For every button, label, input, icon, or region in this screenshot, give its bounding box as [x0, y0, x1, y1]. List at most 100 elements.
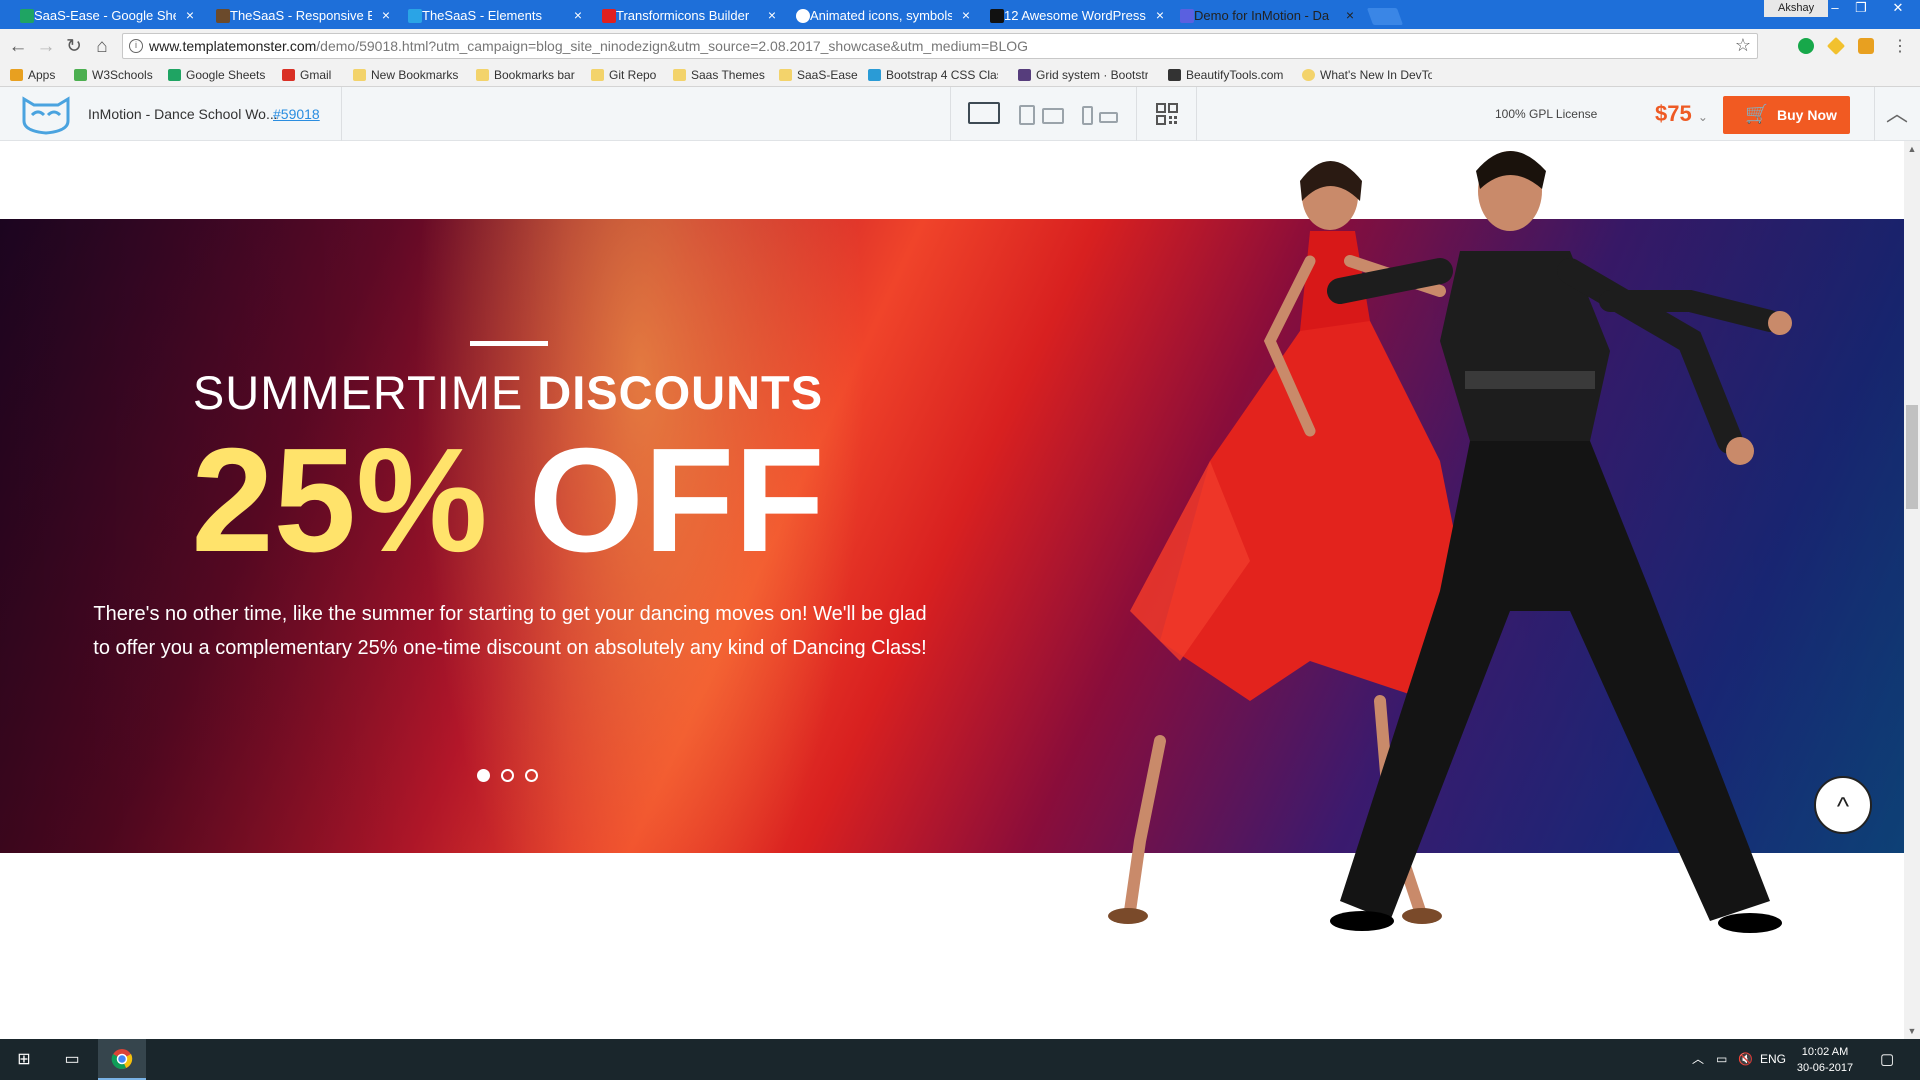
- cart-icon: 🛒: [1745, 104, 1769, 125]
- close-icon[interactable]: ×: [962, 2, 970, 29]
- extension-key-icon[interactable]: [1858, 38, 1874, 54]
- tab-thesaas-elements[interactable]: TheSaaS - Elements ×: [388, 2, 594, 29]
- product-id-link[interactable]: #59018: [273, 87, 320, 141]
- slider-dot-1[interactable]: [477, 769, 490, 782]
- bookmark-beautifytools[interactable]: BeautifyTools.com: [1168, 65, 1283, 85]
- tab-wordpress[interactable]: 12 Awesome WordPress ×: [970, 2, 1176, 29]
- phone-portrait-icon[interactable]: [1082, 106, 1093, 125]
- bookmark-label: Gmail: [300, 68, 332, 82]
- divider: [950, 87, 951, 141]
- price-dropdown[interactable]: $75 ⌄: [1655, 87, 1708, 144]
- thesaas-elements-favicon-icon: [408, 9, 422, 23]
- bookmark-label: Git Repo: [609, 68, 657, 82]
- minimize-icon[interactable]: –: [1822, 0, 1848, 17]
- templatemonster-logo-icon[interactable]: [18, 95, 74, 135]
- network-icon[interactable]: ▭: [1716, 1039, 1727, 1080]
- taskbar-clock[interactable]: 10:02 AM 30-06-2017: [1790, 1044, 1860, 1076]
- devtools-icon: [1302, 69, 1315, 81]
- tray-chevron-up-icon[interactable]: ︿: [1692, 1039, 1704, 1080]
- restore-icon[interactable]: ❐: [1848, 0, 1874, 17]
- task-view-icon[interactable]: ▭: [48, 1039, 96, 1080]
- windows-start-icon[interactable]: ⊞: [0, 1039, 48, 1080]
- back-arrow-icon[interactable]: ←: [6, 35, 30, 59]
- tab-animated-icons[interactable]: Animated icons, symbols ×: [776, 2, 982, 29]
- bookmark-git-repo[interactable]: Git Repo: [591, 65, 656, 85]
- scroll-up-arrow-icon[interactable]: ▲: [1904, 141, 1920, 157]
- tablet-landscape-icon[interactable]: [1042, 108, 1064, 124]
- window-close-icon[interactable]: ✕: [1876, 0, 1920, 17]
- sheets-icon: [168, 69, 181, 81]
- bookmark-saas-ease[interactable]: SaaS-Ease: [779, 65, 858, 85]
- tab-demo-inmotion[interactable]: Demo for InMotion - Da ×: [1160, 2, 1366, 29]
- slider-dot-2[interactable]: [501, 769, 514, 782]
- scrollbar-thumb[interactable]: [1906, 405, 1918, 509]
- bookmark-saas-themes[interactable]: Saas Themes: [673, 65, 765, 85]
- close-icon[interactable]: ×: [574, 2, 582, 29]
- bookmark-label: Bookmarks bar: [494, 68, 575, 82]
- bookmark-devtools[interactable]: What's New In DevTo: [1302, 65, 1432, 85]
- hero-kicker: SUMMERTIME DISCOUNTS: [0, 365, 1016, 420]
- folder-icon: [673, 69, 686, 81]
- tab-transformicons[interactable]: Transformicons Builder ×: [582, 2, 788, 29]
- menu-kebab-icon[interactable]: ⋮: [1888, 35, 1912, 59]
- reload-icon[interactable]: ↻: [62, 35, 86, 59]
- tab-saas-ease-sheets[interactable]: SaaS-Ease - Google Shee ×: [0, 2, 206, 29]
- close-icon[interactable]: ×: [186, 2, 194, 29]
- browser-toolbar: ← → ↻ ⌂ i www.templatemonster.com/demo/5…: [0, 29, 1920, 65]
- folder-icon: [353, 69, 366, 81]
- bookmark-google-sheets[interactable]: Google Sheets: [168, 65, 265, 85]
- divider: [1196, 87, 1197, 141]
- desktop-view-icon[interactable]: [968, 102, 1000, 124]
- site-info-icon[interactable]: i: [129, 39, 143, 53]
- tab-thesaas-responsive[interactable]: TheSaaS - Responsive Bo ×: [196, 2, 402, 29]
- hero-kicker-bold: DISCOUNTS: [537, 366, 824, 419]
- slider-dot-3[interactable]: [525, 769, 538, 782]
- folder-icon: [591, 69, 604, 81]
- bookmark-bookmarks-bar[interactable]: Bookmarks bar: [476, 65, 575, 85]
- hero-description: There's no other time, like the summer f…: [93, 603, 927, 659]
- forward-arrow-icon[interactable]: →: [34, 35, 58, 59]
- scroll-down-arrow-icon[interactable]: ▼: [1904, 1023, 1920, 1039]
- extension-star-icon[interactable]: [1826, 36, 1846, 56]
- price-value: $75: [1655, 101, 1692, 126]
- page-scrollbar[interactable]: [1904, 141, 1920, 1039]
- bookmark-gmail[interactable]: Gmail: [282, 65, 331, 85]
- tab-title: 12 Awesome WordPress: [1004, 8, 1146, 23]
- url-path: /demo/59018.html?utm_campaign=blog_site_…: [316, 38, 1029, 54]
- bookmark-bootstrap4[interactable]: Bootstrap 4 CSS Clas: [868, 65, 998, 85]
- collapse-bar-chevron-up-icon[interactable]: ︿: [1874, 87, 1920, 141]
- home-icon[interactable]: ⌂: [90, 35, 114, 59]
- dancing-couple-image: [1108, 151, 1792, 933]
- qr-code-icon[interactable]: [1156, 103, 1178, 125]
- language-indicator[interactable]: ENG: [1760, 1039, 1786, 1080]
- bookmark-label: Apps: [28, 68, 56, 82]
- extension-green-icon[interactable]: [1798, 38, 1814, 54]
- sheets-favicon-icon: [20, 9, 34, 23]
- tab-title: TheSaaS - Elements: [422, 8, 542, 23]
- profile-button[interactable]: Akshay: [1764, 0, 1829, 17]
- address-bar[interactable]: i www.templatemonster.com/demo/59018.htm…: [122, 33, 1758, 59]
- tab-title: Transformicons Builder: [616, 8, 750, 23]
- new-tab-button[interactable]: [1366, 8, 1404, 25]
- license-label: 100% GPL License: [1495, 107, 1598, 121]
- close-icon[interactable]: ×: [768, 2, 776, 29]
- chrome-logo-icon: [111, 1049, 133, 1069]
- buy-now-button[interactable]: 🛒 Buy Now: [1723, 96, 1850, 134]
- bookmark-w3schools[interactable]: W3Schools: [74, 65, 153, 85]
- hero-kicker-light: SUMMERTIME: [192, 366, 538, 419]
- tablet-portrait-icon[interactable]: [1019, 105, 1035, 125]
- phone-landscape-icon[interactable]: [1099, 112, 1118, 123]
- bookmark-new-bookmarks[interactable]: New Bookmarks: [353, 65, 458, 85]
- bookmark-label: BeautifyTools.com: [1186, 68, 1284, 82]
- notification-icon[interactable]: ▢: [1880, 1039, 1894, 1080]
- product-name: InMotion - Dance School Wo...: [88, 106, 278, 122]
- chrome-taskbar-icon[interactable]: [98, 1039, 146, 1080]
- bookmark-grid-system[interactable]: Grid system · Bootstr: [1018, 65, 1148, 85]
- folder-icon: [476, 69, 489, 81]
- url-text[interactable]: www.templatemonster.com/demo/59018.html?…: [149, 34, 1028, 58]
- bookmark-apps[interactable]: Apps: [10, 65, 55, 85]
- scroll-to-top-button[interactable]: ^: [1814, 776, 1872, 834]
- close-icon[interactable]: ×: [1346, 2, 1354, 29]
- volume-muted-icon[interactable]: 🔇: [1738, 1039, 1753, 1080]
- bookmark-star-icon[interactable]: ☆: [1735, 35, 1751, 56]
